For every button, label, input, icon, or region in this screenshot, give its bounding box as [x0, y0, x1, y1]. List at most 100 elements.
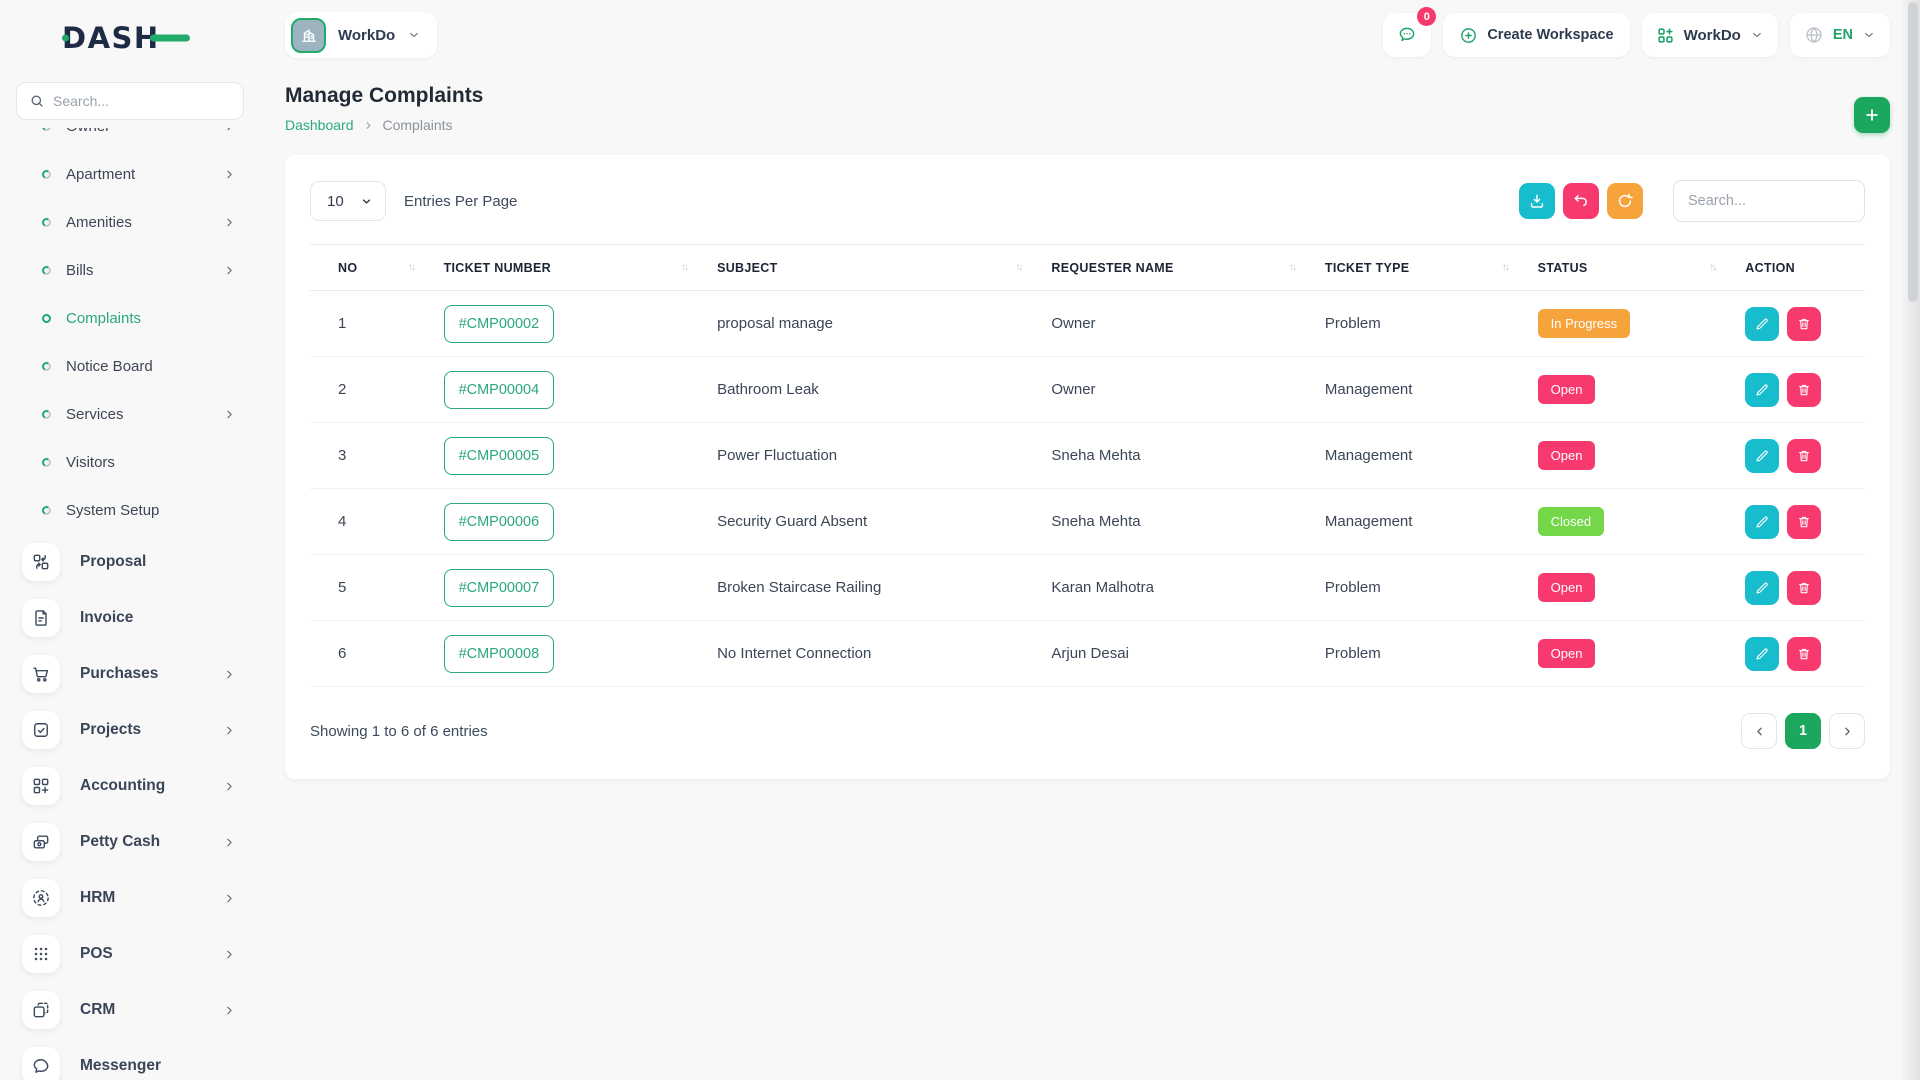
delete-button[interactable] — [1787, 571, 1821, 605]
proposal-icon — [22, 543, 60, 581]
messages-button[interactable]: 0 — [1383, 13, 1431, 57]
cell-ticket-type: Management — [1313, 423, 1526, 489]
cell-status: Open — [1526, 357, 1734, 423]
sidebar-item-label: Notice Board — [66, 358, 236, 375]
sidebar-item-crm[interactable]: CRM — [0, 982, 260, 1038]
reset-button[interactable] — [1563, 183, 1599, 219]
cell-ticket-type: Problem — [1313, 621, 1526, 687]
column-header-subject[interactable]: SUBJECT↑↓ — [705, 245, 1039, 291]
column-header-no[interactable]: NO↑↓ — [310, 245, 432, 291]
petty-cash-icon — [22, 823, 60, 861]
cell-subject: Bathroom Leak — [705, 357, 1039, 423]
cell-requester-name: Owner — [1039, 357, 1313, 423]
page-content: Manage Complaints Dashboard Complaints 1… — [260, 84, 1920, 779]
chevron-right-icon — [223, 264, 236, 277]
cell-subject: Security Guard Absent — [705, 489, 1039, 555]
sidebar-item-messenger[interactable]: Messenger — [0, 1038, 260, 1080]
sidebar-item-complaints[interactable]: Complaints — [0, 294, 260, 342]
company-menu[interactable]: WorkDo — [1642, 13, 1778, 57]
sidebar-item-notice-board[interactable]: Notice Board — [0, 342, 260, 390]
cell-requester-name: Karan Malhotra — [1039, 555, 1313, 621]
sidebar-item-petty-cash[interactable]: Petty Cash — [0, 814, 260, 870]
sidebar-item-label: Petty Cash — [80, 833, 203, 851]
column-header-requester-name[interactable]: REQUESTER NAME↑↓ — [1039, 245, 1313, 291]
sidebar-item-services[interactable]: Services — [0, 390, 260, 438]
cell-no: 1 — [310, 291, 432, 357]
pagination-prev-button[interactable] — [1741, 713, 1777, 749]
delete-button[interactable] — [1787, 637, 1821, 671]
edit-button[interactable] — [1745, 439, 1779, 473]
bullet-icon — [41, 408, 52, 419]
language-code: EN — [1833, 27, 1853, 43]
column-header-ticket-number[interactable]: TICKET NUMBER↑↓ — [432, 245, 706, 291]
bullet-icon — [41, 168, 52, 179]
edit-button[interactable] — [1745, 307, 1779, 341]
edit-button[interactable] — [1745, 571, 1779, 605]
scrollbar-thumb[interactable] — [1908, 2, 1918, 302]
cell-ticket-number: #CMP00008 — [432, 621, 706, 687]
chevron-right-icon — [223, 668, 236, 681]
app-logo[interactable]: DASH — [0, 0, 260, 58]
sidebar-search-input[interactable] — [53, 93, 231, 109]
cell-action — [1733, 555, 1865, 621]
add-complaint-button[interactable] — [1854, 97, 1890, 133]
sidebar-item-pos[interactable]: POS — [0, 926, 260, 982]
accounting-icon — [22, 767, 60, 805]
create-workspace-button[interactable]: Create Workspace — [1443, 13, 1629, 57]
sidebar-item-label: HRM — [80, 889, 203, 907]
edit-button[interactable] — [1745, 373, 1779, 407]
column-header-label: STATUS — [1538, 261, 1588, 275]
sidebar-item-proposal[interactable]: Proposal — [0, 534, 260, 590]
delete-button[interactable] — [1787, 373, 1821, 407]
status-badge: Open — [1538, 375, 1596, 404]
cell-ticket-type: Management — [1313, 489, 1526, 555]
refresh-button[interactable] — [1607, 183, 1643, 219]
pagination-page-1[interactable]: 1 — [1785, 713, 1821, 749]
sidebar-item-label: Accounting — [80, 777, 203, 795]
cell-ticket-type: Problem — [1313, 555, 1526, 621]
delete-button[interactable] — [1787, 439, 1821, 473]
sidebar-item-owner[interactable]: Owner — [0, 128, 260, 150]
chevron-right-icon — [1841, 725, 1854, 738]
chevron-right-icon — [223, 724, 236, 737]
sidebar-item-amenities[interactable]: Amenities — [0, 198, 260, 246]
edit-button[interactable] — [1745, 637, 1779, 671]
sidebar-item-purchases[interactable]: Purchases — [0, 646, 260, 702]
export-button[interactable] — [1519, 183, 1555, 219]
language-selector[interactable]: EN — [1790, 13, 1890, 57]
status-badge: Closed — [1538, 507, 1604, 536]
cell-action — [1733, 423, 1865, 489]
cell-action — [1733, 489, 1865, 555]
sidebar-item-invoice[interactable]: Invoice — [0, 590, 260, 646]
delete-button[interactable] — [1787, 505, 1821, 539]
column-header-status[interactable]: STATUS↑↓ — [1526, 245, 1734, 291]
workspace-selector[interactable]: WorkDo — [285, 12, 437, 58]
sidebar-item-system-setup[interactable]: System Setup — [0, 486, 260, 534]
entries-per-page-select[interactable]: 10 — [310, 181, 386, 221]
sidebar-item-apartment[interactable]: Apartment — [0, 150, 260, 198]
status-badge: Open — [1538, 441, 1596, 470]
sidebar-item-visitors[interactable]: Visitors — [0, 438, 260, 486]
grid-add-icon — [1656, 26, 1675, 45]
search-icon — [29, 93, 45, 109]
cell-requester-name: Owner — [1039, 291, 1313, 357]
table-row: 2#CMP00004Bathroom LeakOwnerManagementOp… — [310, 357, 1865, 423]
table-search-input[interactable] — [1673, 180, 1865, 222]
entries-per-page-value: 10 — [327, 193, 344, 210]
sidebar-item-hrm[interactable]: HRM — [0, 870, 260, 926]
edit-button[interactable] — [1745, 505, 1779, 539]
table-row: 4#CMP00006Security Guard AbsentSneha Meh… — [310, 489, 1865, 555]
column-header-ticket-type[interactable]: TICKET TYPE↑↓ — [1313, 245, 1526, 291]
sidebar-item-projects[interactable]: Projects — [0, 702, 260, 758]
pagination-next-button[interactable] — [1829, 713, 1865, 749]
table-head: NO↑↓TICKET NUMBER↑↓SUBJECT↑↓REQUESTER NA… — [310, 245, 1865, 291]
crm-icon — [22, 991, 60, 1029]
delete-button[interactable] — [1787, 307, 1821, 341]
sidebar-item-bills[interactable]: Bills — [0, 246, 260, 294]
cell-status: Open — [1526, 555, 1734, 621]
scrollbar-track[interactable] — [1902, 0, 1920, 1080]
sidebar-item-accounting[interactable]: Accounting — [0, 758, 260, 814]
ticket-number-chip: #CMP00008 — [444, 635, 555, 673]
chevron-right-icon — [223, 168, 236, 181]
breadcrumb-dashboard-link[interactable]: Dashboard — [285, 117, 354, 133]
